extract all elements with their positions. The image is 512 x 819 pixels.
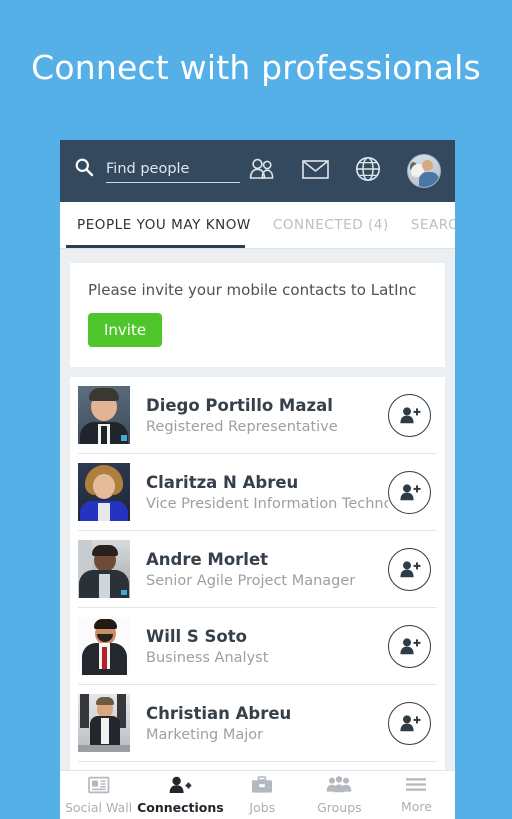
- invite-button[interactable]: Invite: [88, 313, 163, 347]
- messages-icon[interactable]: [302, 159, 329, 184]
- invite-contacts-card: Please invite your mobile contacts to La…: [70, 263, 445, 367]
- phone-screen: PEOPLE YOU MAY KNOW CONNECTED (4) SEARCH…: [60, 140, 455, 819]
- people-group-icon: [326, 775, 352, 798]
- person-info: Will S Soto Business Analyst: [146, 627, 388, 666]
- hamburger-icon: [404, 776, 428, 797]
- nav-item-connections[interactable]: Connections: [137, 776, 224, 815]
- newspaper-icon: [87, 776, 110, 798]
- avatar: [78, 617, 130, 675]
- nav-label: Social Wall: [64, 799, 133, 815]
- header-actions: [248, 154, 441, 188]
- person-info: Andre Morlet Senior Agile Project Manage…: [146, 550, 388, 589]
- person-info: Claritza N Abreu Vice President Informat…: [146, 473, 388, 512]
- content-area[interactable]: Please invite your mobile contacts to La…: [60, 249, 455, 770]
- add-person-icon[interactable]: [388, 470, 431, 514]
- page-title: Connect with professionals: [31, 48, 481, 87]
- list-item[interactable]: Christian Abreu Marketing Major: [78, 684, 437, 761]
- add-person-icon[interactable]: [388, 547, 431, 591]
- tab-connected[interactable]: CONNECTED (4): [262, 202, 400, 248]
- nav-item-social-wall[interactable]: Social Wall: [60, 776, 137, 815]
- tab-bar: PEOPLE YOU MAY KNOW CONNECTED (4) SEARCH…: [60, 202, 455, 249]
- search-input[interactable]: [106, 161, 240, 177]
- person-name: Andre Morlet: [146, 549, 269, 569]
- avatar: [78, 463, 130, 521]
- add-person-icon: [168, 776, 192, 798]
- user-avatar[interactable]: [407, 154, 441, 188]
- app-header: [60, 140, 455, 202]
- list-item[interactable]: [78, 761, 437, 770]
- list-item[interactable]: Diego Portillo Mazal Registered Represen…: [78, 377, 437, 453]
- person-name: Christian Abreu: [146, 703, 292, 723]
- person-name: Will S Soto: [146, 626, 247, 646]
- nav-label: Groups: [317, 799, 362, 815]
- avatar: [78, 386, 130, 444]
- nav-label: Jobs: [249, 799, 276, 815]
- person-title: Vice President Information Technology: [146, 495, 388, 512]
- nav-label: Connections: [137, 799, 224, 815]
- avatar: [78, 540, 130, 598]
- person-info: Christian Abreu Marketing Major: [146, 704, 388, 743]
- tab-search[interactable]: SEARCH: [400, 202, 455, 248]
- search-icon: [74, 157, 94, 177]
- avatar: [78, 694, 130, 752]
- person-title: Business Analyst: [146, 649, 269, 666]
- person-title: Registered Representative: [146, 418, 338, 435]
- search-field-wrapper[interactable]: [106, 158, 240, 183]
- add-person-icon[interactable]: [388, 624, 431, 668]
- person-name: Claritza N Abreu: [146, 472, 299, 492]
- person-info: Diego Portillo Mazal Registered Represen…: [146, 396, 388, 435]
- avatar-person-body: [419, 172, 439, 187]
- nav-item-groups[interactable]: Groups: [301, 775, 378, 815]
- nav-label: More: [400, 799, 432, 814]
- briefcase-icon: [251, 775, 273, 798]
- nav-item-more[interactable]: More: [378, 776, 455, 814]
- avatar-person-head: [422, 160, 433, 171]
- active-tab-indicator: [66, 245, 245, 248]
- list-item[interactable]: Andre Morlet Senior Agile Project Manage…: [78, 530, 437, 607]
- invite-message: Please invite your mobile contacts to La…: [88, 281, 417, 299]
- person-title: Senior Agile Project Manager: [146, 572, 356, 589]
- contacts-icon[interactable]: [248, 157, 276, 185]
- add-person-icon[interactable]: [388, 393, 431, 437]
- globe-icon[interactable]: [355, 156, 381, 186]
- person-title: Marketing Major: [146, 726, 264, 743]
- add-person-icon[interactable]: [388, 701, 431, 745]
- nav-item-jobs[interactable]: Jobs: [224, 775, 301, 815]
- person-name: Diego Portillo Mazal: [146, 395, 333, 415]
- list-item[interactable]: Will S Soto Business Analyst: [78, 607, 437, 684]
- bottom-navigation: Social Wall Connections Jobs Groups More: [60, 770, 455, 819]
- tab-people-you-may-know[interactable]: PEOPLE YOU MAY KNOW: [66, 202, 262, 248]
- list-item[interactable]: Claritza N Abreu Vice President Informat…: [78, 453, 437, 530]
- search-area[interactable]: [74, 157, 248, 185]
- people-list: Diego Portillo Mazal Registered Represen…: [70, 377, 445, 770]
